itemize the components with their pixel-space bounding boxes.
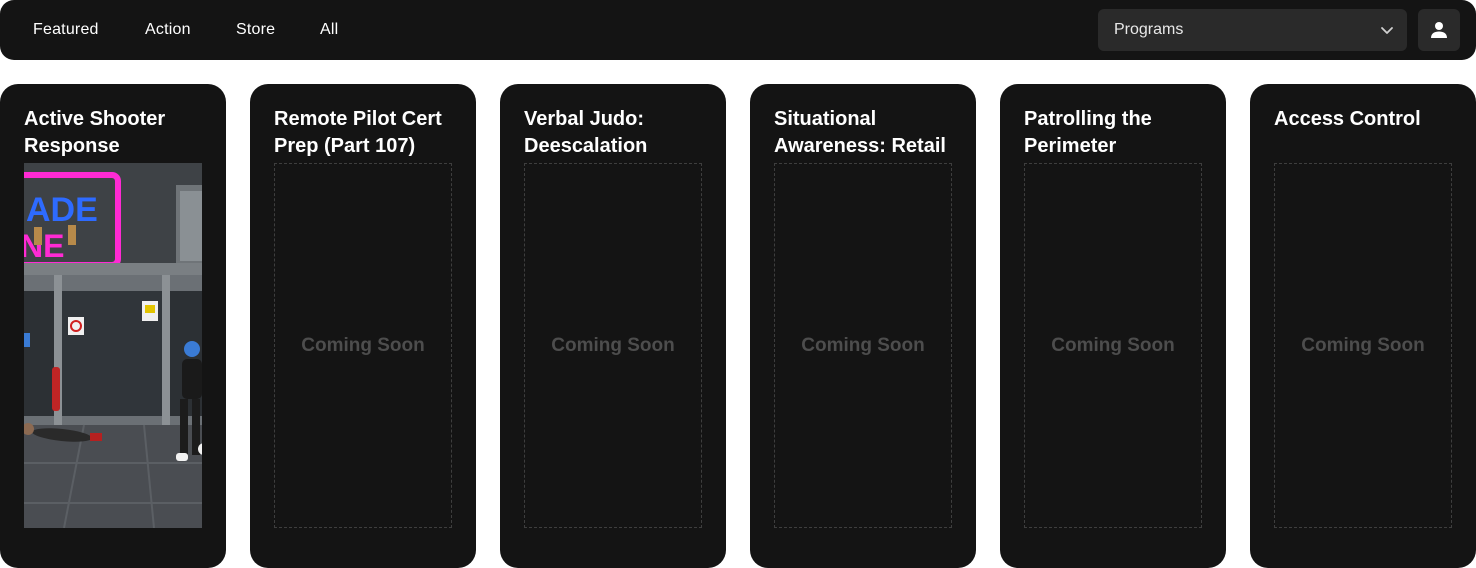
coming-soon-placeholder: Coming Soon <box>774 163 952 528</box>
coming-soon-label: Coming Soon <box>801 335 925 356</box>
card-title: Patrolling the Perimeter <box>1024 108 1152 157</box>
card-title: Access Control <box>1274 108 1421 130</box>
card-title: Active Shooter Response <box>24 108 166 157</box>
program-thumbnail: ADE NE <box>24 163 202 528</box>
coming-soon-label: Coming Soon <box>1301 335 1425 356</box>
nav-store[interactable]: Store <box>236 21 275 39</box>
coming-soon-placeholder: Coming Soon <box>1274 163 1452 528</box>
card-title: Verbal Judo: Deescalation <box>524 108 648 157</box>
game-scene-image: ADE NE <box>24 163 202 528</box>
program-card-patrolling[interactable]: Patrolling the Perimeter Coming Soon <box>1000 84 1226 568</box>
coming-soon-placeholder: Coming Soon <box>524 163 702 528</box>
nav-action[interactable]: Action <box>145 21 191 39</box>
svg-text:NE: NE <box>24 228 64 264</box>
coming-soon-label: Coming Soon <box>301 335 425 356</box>
programs-dropdown-value: Programs <box>1114 21 1184 38</box>
user-icon <box>1431 22 1447 38</box>
card-title: Remote Pilot Cert Prep (Part 107) <box>274 108 442 157</box>
coming-soon-placeholder: Coming Soon <box>1024 163 1202 528</box>
coming-soon-placeholder: Coming Soon <box>274 163 452 528</box>
program-card-active-shooter[interactable]: Active Shooter Response ADE NE <box>0 84 226 568</box>
program-card-situational-awareness[interactable]: Situational Awareness: Retail Coming Soo… <box>750 84 976 568</box>
coming-soon-label: Coming Soon <box>551 335 675 356</box>
coming-soon-label: Coming Soon <box>1051 335 1175 356</box>
top-nav-bar: Featured Action Store All Programs <box>0 0 1476 60</box>
program-card-verbal-judo[interactable]: Verbal Judo: Deescalation Coming Soon <box>500 84 726 568</box>
program-card-access-control[interactable]: Access Control Coming Soon <box>1250 84 1476 568</box>
nav-all[interactable]: All <box>320 21 338 39</box>
svg-text:ADE: ADE <box>26 191 98 229</box>
programs-dropdown[interactable]: Programs <box>1098 9 1407 51</box>
program-card-remote-pilot[interactable]: Remote Pilot Cert Prep (Part 107) Coming… <box>250 84 476 568</box>
nav-featured[interactable]: Featured <box>33 21 99 39</box>
card-title: Situational Awareness: Retail <box>774 108 946 157</box>
chevron-down-icon <box>1381 27 1393 34</box>
profile-button[interactable] <box>1418 9 1460 51</box>
